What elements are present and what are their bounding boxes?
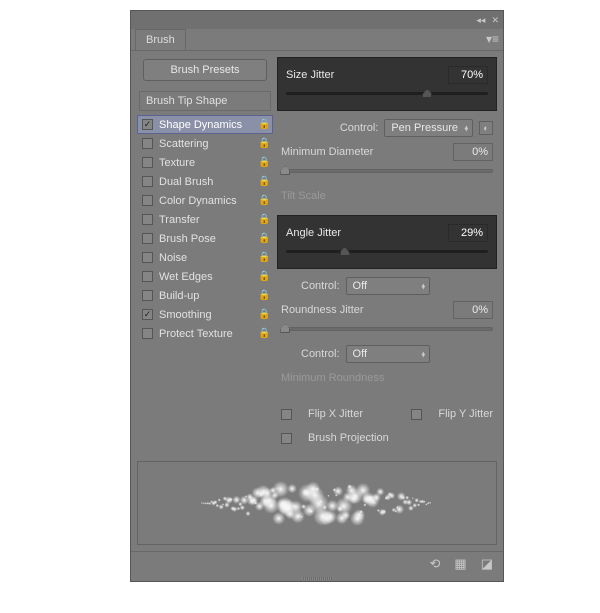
min-diameter-value[interactable]: 0%	[453, 143, 493, 161]
size-jitter-label: Size Jitter	[286, 69, 334, 81]
option-dual-brush[interactable]: Dual Brush🔒	[137, 172, 273, 191]
brush-tip-shape-button[interactable]: Brush Tip Shape	[139, 91, 271, 111]
option-label: Color Dynamics	[159, 195, 258, 207]
option-checkbox[interactable]	[142, 138, 153, 149]
brush-projection-checkbox[interactable]	[281, 433, 292, 444]
lock-icon[interactable]: 🔒	[258, 176, 270, 187]
collapse-icon[interactable]: ◂◂	[476, 15, 485, 26]
option-label: Wet Edges	[159, 271, 258, 283]
flip-x-label: Flip X Jitter	[308, 408, 363, 420]
brush-preview	[137, 461, 497, 545]
brush-stroke-preview-icon	[192, 473, 442, 533]
option-checkbox[interactable]	[142, 328, 153, 339]
angle-jitter-label: Angle Jitter	[286, 227, 341, 239]
option-label: Transfer	[159, 214, 258, 226]
roundness-jitter-label: Roundness Jitter	[281, 304, 364, 316]
flip-x-checkbox[interactable]	[281, 409, 292, 420]
lock-icon[interactable]: 🔒	[258, 328, 270, 339]
brush-projection-label: Brush Projection	[308, 432, 389, 444]
option-color-dynamics[interactable]: Color Dynamics🔒	[137, 191, 273, 210]
option-label: Smoothing	[159, 309, 258, 321]
option-texture[interactable]: Texture🔒	[137, 153, 273, 172]
lock-icon[interactable]: 🔒	[258, 157, 270, 168]
size-control-label: Control:	[340, 122, 379, 134]
option-checkbox[interactable]	[142, 119, 153, 130]
option-checkbox[interactable]	[142, 290, 153, 301]
size-jitter-value[interactable]: 70%	[448, 66, 488, 84]
shape-dynamics-settings: Size Jitter 70% Control: Pen Pressure ◐ …	[277, 57, 497, 449]
option-brush-pose[interactable]: Brush Pose🔒	[137, 229, 273, 248]
option-checkbox[interactable]	[142, 309, 153, 320]
option-protect-texture[interactable]: Protect Texture🔒	[137, 324, 273, 343]
option-label: Dual Brush	[159, 176, 258, 188]
lock-icon[interactable]: 🔒	[258, 138, 270, 149]
option-label: Protect Texture	[159, 328, 258, 340]
panel-menu-icon[interactable]: ▾≡	[486, 32, 499, 46]
new-preset-icon[interactable]: ▦	[454, 556, 466, 572]
panel-footer: ⟲ ▦ ◪	[131, 551, 503, 575]
option-wet-edges[interactable]: Wet Edges🔒	[137, 267, 273, 286]
angle-jitter-group: Angle Jitter 29%	[277, 215, 497, 269]
option-label: Shape Dynamics	[159, 119, 258, 131]
toggle-live-preview-icon[interactable]: ⟲	[430, 556, 441, 572]
lock-icon[interactable]: 🔒	[258, 119, 270, 130]
angle-jitter-slider[interactable]	[286, 246, 488, 258]
lock-icon[interactable]: 🔒	[258, 309, 270, 320]
option-checkbox[interactable]	[142, 157, 153, 168]
tab-brush[interactable]: Brush	[135, 29, 186, 50]
lock-icon[interactable]: 🔒	[258, 195, 270, 206]
footer-icon[interactable]: ◪	[481, 556, 493, 572]
roundness-jitter-slider[interactable]	[281, 323, 493, 335]
option-noise[interactable]: Noise🔒	[137, 248, 273, 267]
roundness-control-dropdown[interactable]: Off	[346, 345, 430, 363]
pen-pressure-toggle-icon[interactable]: ◐	[479, 121, 493, 135]
lock-icon[interactable]: 🔒	[258, 233, 270, 244]
angle-jitter-value[interactable]: 29%	[448, 224, 488, 242]
option-label: Build-up	[159, 290, 258, 302]
roundness-control-label: Control:	[301, 348, 340, 360]
brush-options-list: Brush Presets Brush Tip Shape Shape Dyna…	[137, 57, 273, 449]
size-jitter-slider[interactable]	[286, 88, 488, 100]
flip-y-checkbox[interactable]	[411, 409, 422, 420]
brush-presets-button[interactable]: Brush Presets	[143, 59, 267, 81]
lock-icon[interactable]: 🔒	[258, 290, 270, 301]
option-scattering[interactable]: Scattering🔒	[137, 134, 273, 153]
option-checkbox[interactable]	[142, 176, 153, 187]
option-shape-dynamics[interactable]: Shape Dynamics🔒	[137, 115, 273, 134]
option-checkbox[interactable]	[142, 271, 153, 282]
close-icon[interactable]: ✕	[491, 15, 499, 26]
option-checkbox[interactable]	[142, 233, 153, 244]
resize-grip[interactable]	[131, 575, 503, 581]
tilt-scale-label: Tilt Scale	[281, 190, 326, 202]
lock-icon[interactable]: 🔒	[258, 252, 270, 263]
option-transfer[interactable]: Transfer🔒	[137, 210, 273, 229]
lock-icon[interactable]: 🔒	[258, 214, 270, 225]
angle-control-dropdown[interactable]: Off	[346, 277, 430, 295]
roundness-jitter-value[interactable]: 0%	[453, 301, 493, 319]
min-roundness-label: Minimum Roundness	[281, 372, 384, 384]
option-build-up[interactable]: Build-up🔒	[137, 286, 273, 305]
min-diameter-label: Minimum Diameter	[281, 146, 373, 158]
panel-header: ◂◂ ✕	[131, 11, 503, 29]
size-control-dropdown[interactable]: Pen Pressure	[384, 119, 473, 137]
option-label: Scattering	[159, 138, 258, 150]
option-checkbox[interactable]	[142, 252, 153, 263]
angle-control-label: Control:	[301, 280, 340, 292]
tab-bar: Brush ▾≡	[131, 29, 503, 51]
option-label: Texture	[159, 157, 258, 169]
option-checkbox[interactable]	[142, 214, 153, 225]
min-diameter-slider[interactable]	[281, 165, 493, 177]
option-label: Brush Pose	[159, 233, 258, 245]
option-checkbox[interactable]	[142, 195, 153, 206]
option-smoothing[interactable]: Smoothing🔒	[137, 305, 273, 324]
brush-panel: ◂◂ ✕ Brush ▾≡ Brush Presets Brush Tip Sh…	[130, 10, 504, 582]
size-jitter-group: Size Jitter 70%	[277, 57, 497, 111]
flip-y-label: Flip Y Jitter	[438, 408, 493, 420]
lock-icon[interactable]: 🔒	[258, 271, 270, 282]
option-label: Noise	[159, 252, 258, 264]
